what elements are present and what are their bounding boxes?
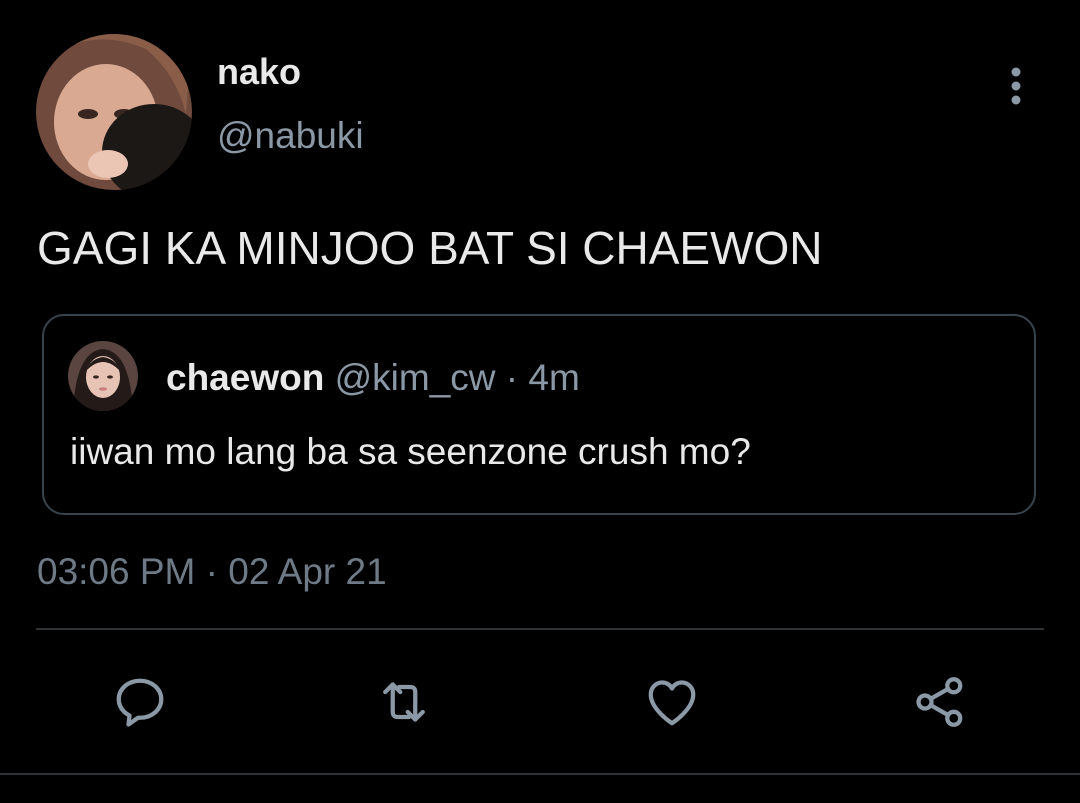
quoted-time-ago: 4m [528, 357, 580, 398]
speech-bubble-icon [116, 678, 164, 727]
divider [36, 628, 1044, 630]
vertical-ellipsis-icon [1011, 67, 1021, 105]
author-display-name[interactable]: nako [217, 50, 301, 94]
profile-photo [36, 34, 192, 190]
quoted-author-avatar[interactable] [68, 341, 138, 411]
retweet-button[interactable] [372, 670, 436, 734]
tweet-author-avatar[interactable] [36, 34, 192, 190]
tweet-timestamp[interactable]: 03:06 PM · 02 Apr 21 [37, 548, 387, 596]
more-options-button[interactable] [996, 62, 1036, 110]
share-icon [916, 677, 963, 727]
heart-icon [648, 680, 696, 726]
quoted-tweet-text: iiwan mo lang ba sa seenzone crush mo? [70, 431, 751, 472]
quoted-profile-photo [68, 341, 138, 411]
quoted-tweet-header: chaewon @kim_cw · 4m [166, 356, 580, 400]
author-handle[interactable]: @nabuki [217, 114, 364, 158]
reply-button[interactable] [108, 670, 172, 734]
retweet-arrows-icon [383, 682, 425, 722]
quoted-handle[interactable]: @kim_cw [335, 357, 496, 398]
quoted-separator: · [505, 357, 519, 398]
bottom-divider [0, 773, 1080, 775]
quoted-tweet-card[interactable]: chaewon @kim_cw · 4m iiwan mo lang ba sa… [42, 314, 1036, 515]
share-button[interactable] [908, 670, 972, 734]
tweet-text: GAGI KA MINJOO BAT SI CHAEWON [37, 222, 823, 274]
quoted-display-name[interactable]: chaewon [166, 357, 324, 398]
like-button[interactable] [640, 670, 704, 734]
